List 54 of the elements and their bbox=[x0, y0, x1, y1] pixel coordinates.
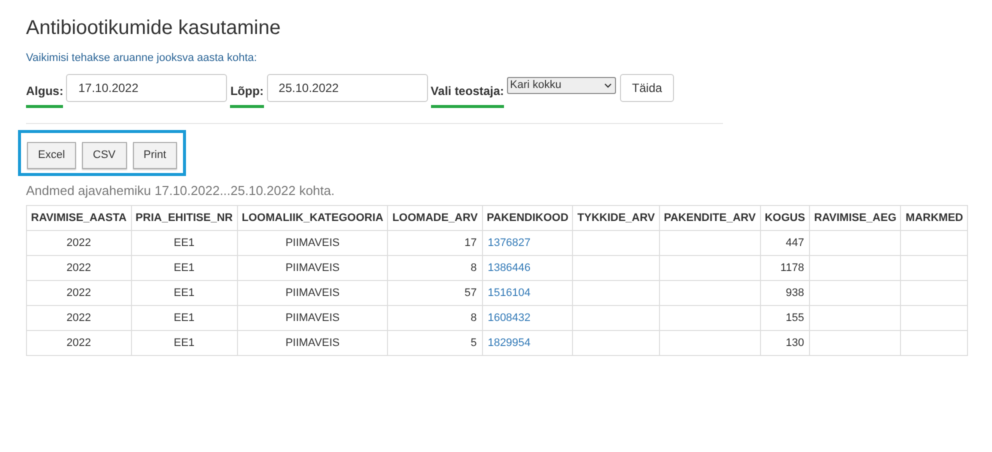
start-date-field[interactable]: 17.10.2022 bbox=[66, 74, 228, 102]
table-cell: 8 bbox=[388, 306, 482, 330]
table-cell: 17 bbox=[388, 230, 482, 256]
table-cell: 155 bbox=[760, 306, 810, 330]
table-cell: EE1 bbox=[131, 330, 238, 356]
performer-select[interactable]: Kari kokku bbox=[507, 76, 616, 94]
table-cell: 130 bbox=[760, 330, 810, 356]
table-cell: PIIMAVEIS bbox=[237, 330, 388, 356]
hint-text: Vaikimisi tehakse aruanne jooksva aasta kohta: bbox=[26, 51, 257, 66]
export-button[interactable]: Print bbox=[132, 142, 178, 168]
table-cell: 447 bbox=[760, 230, 810, 256]
export-button[interactable]: Excel bbox=[27, 142, 76, 168]
table-cell: EE1 bbox=[131, 230, 238, 256]
column-header: TYKKIDE_ARV bbox=[572, 206, 660, 230]
column-header: RAVIMISE_AASTA bbox=[26, 206, 132, 230]
package-code-link[interactable]: 1516104 bbox=[488, 286, 531, 299]
column-header: PAKENDIKOOD bbox=[482, 206, 573, 230]
column-header: KOGUS bbox=[760, 206, 810, 230]
column-header: PAKENDITE_ARV bbox=[659, 206, 760, 230]
table-cell: 938 bbox=[760, 280, 810, 306]
column-header: MARKMED bbox=[900, 206, 968, 230]
table-cell: EE1 bbox=[131, 280, 238, 306]
table-cell: 2022 bbox=[26, 230, 132, 256]
submit-button[interactable]: Täida bbox=[620, 74, 674, 102]
column-header: LOOMALIIK_KATEGOORIA bbox=[237, 206, 388, 230]
table-cell: 2022 bbox=[26, 330, 132, 356]
summary-text: Andmed ajavahemiku 17.10.2022...25.10.2022 kohta. bbox=[26, 182, 335, 200]
table-cell: 8 bbox=[388, 256, 482, 280]
table-cell: 57 bbox=[388, 280, 482, 306]
column-header: RAVIMISE_AEG bbox=[810, 206, 901, 230]
table-cell: 2022 bbox=[26, 280, 132, 306]
table-cell: EE1 bbox=[131, 256, 238, 280]
end-label: Lõpp: bbox=[230, 82, 264, 108]
export-button[interactable]: CSV bbox=[82, 142, 127, 168]
start-label: Algus: bbox=[26, 82, 64, 108]
performer-label: Vali teostaja: bbox=[430, 82, 504, 108]
package-code-link[interactable]: 1376827 bbox=[488, 236, 531, 249]
table-cell: 2022 bbox=[26, 256, 132, 280]
table-cell: PIIMAVEIS bbox=[237, 280, 388, 306]
package-code-link[interactable]: 1608432 bbox=[488, 312, 531, 324]
table-cell: 2022 bbox=[26, 306, 132, 330]
chevron-icon bbox=[604, 82, 612, 88]
package-code-link[interactable]: 1829954 bbox=[488, 336, 531, 349]
table-cell: 1178 bbox=[760, 256, 810, 280]
table-cell: EE1 bbox=[131, 306, 238, 330]
package-code-link[interactable]: 1386446 bbox=[488, 262, 531, 274]
table-cell: PIIMAVEIS bbox=[237, 230, 388, 256]
column-header: PRIA_EHITISE_NR bbox=[131, 206, 238, 230]
table-cell: PIIMAVEIS bbox=[237, 306, 388, 330]
page-title: Antibiootikumide kasutamine bbox=[26, 16, 281, 41]
table-cell: 5 bbox=[388, 330, 482, 356]
end-date-field[interactable]: 25.10.2022 bbox=[266, 74, 428, 102]
table-cell: PIIMAVEIS bbox=[237, 256, 388, 280]
column-header: LOOMADE_ARV bbox=[388, 206, 482, 230]
